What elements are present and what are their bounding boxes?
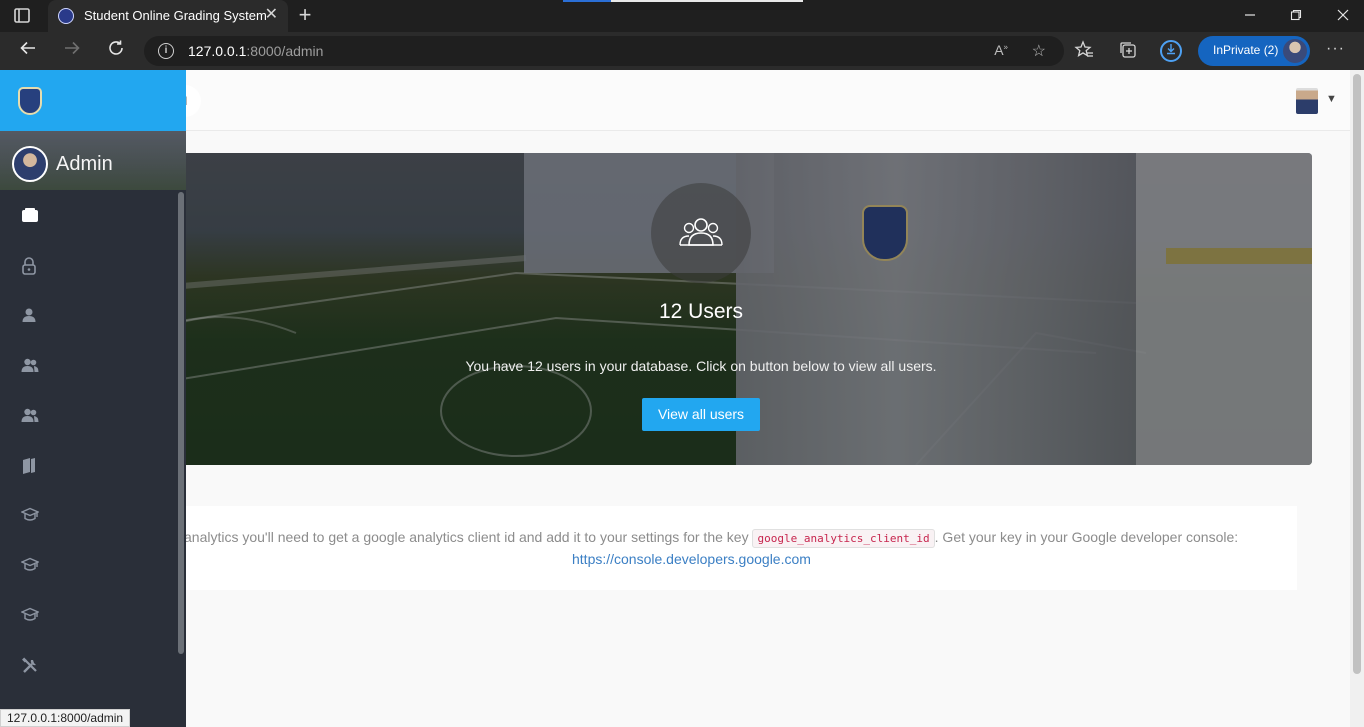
users-description: You have 12 users in your database. Clic… (465, 358, 937, 374)
downloads-button[interactable] (1160, 40, 1182, 62)
refresh-button[interactable] (103, 38, 129, 64)
back-arrow-icon (20, 41, 35, 55)
page-scrollbar-thumb[interactable] (1353, 74, 1361, 674)
tab-actions-button[interactable] (12, 6, 36, 26)
sidebar-scrollbar[interactable] (178, 192, 184, 654)
browser-tab-active[interactable]: Student Online Grading System ✕ (48, 0, 288, 32)
users-icon (21, 408, 39, 422)
page-viewport: ard ▼ (0, 70, 1364, 727)
sidebar-brand[interactable] (0, 70, 186, 131)
dashboard-icon (22, 208, 38, 222)
graduation-cap-icon (21, 507, 39, 521)
tab-actions-icon (14, 8, 30, 23)
inprivate-label: InPrivate (2) (1213, 43, 1279, 57)
forward-button[interactable] (59, 38, 85, 64)
sidebar-item-roles[interactable] (0, 240, 178, 290)
collections-icon (1120, 42, 1136, 58)
refresh-icon (109, 40, 123, 55)
settings-more-button[interactable]: ··· (1326, 40, 1345, 58)
add-favorite-icon[interactable]: ☆ (1032, 41, 1046, 61)
admin-avatar (12, 146, 48, 182)
drag-indicator-track (611, 0, 803, 2)
browser-titlebar: Student Online Grading System ✕ + (0, 0, 1364, 32)
back-button[interactable] (15, 38, 41, 64)
restore-icon (1290, 9, 1302, 21)
sidebar-item-subjects[interactable] (0, 440, 178, 490)
top-navbar: ard ▼ (0, 70, 1350, 131)
minimize-icon (1245, 14, 1255, 16)
browser-toolbar: i 127.0.0.1:8000/admin A» ☆ InPrivate (2… (0, 32, 1364, 70)
sidebar-item-students[interactable] (0, 340, 178, 390)
users-icon-circle (651, 183, 751, 283)
analytics-notice: analytics you'll need to get a google an… (96, 506, 1297, 590)
forward-arrow-icon (65, 41, 80, 55)
developer-console-link[interactable]: https://console.developers.google.com (572, 551, 811, 567)
admin-sidebar: Admin (0, 70, 186, 727)
close-icon (1337, 9, 1349, 21)
user-menu-toggle[interactable]: ▼ (1296, 88, 1338, 114)
user-icon (22, 308, 36, 322)
tab-title: Student Online Grading System (84, 8, 267, 23)
url-host: 127.0.0.1 (188, 43, 247, 59)
url-path: :8000/admin (246, 43, 324, 59)
sidebar-item-grades-3[interactable] (0, 590, 178, 640)
sidebar-item-tools[interactable] (0, 640, 178, 690)
status-bar-url: 127.0.0.1:8000/admin (0, 709, 131, 727)
users-icon (21, 358, 39, 372)
user-avatar (1296, 88, 1318, 114)
users-count-title: 12 Users (658, 300, 744, 323)
analytics-text-before: analytics you'll need to get a google an… (184, 529, 749, 545)
book-icon (23, 458, 35, 474)
profile-avatar (1283, 39, 1307, 63)
download-icon (1167, 44, 1175, 55)
sidebar-item-dashboard[interactable] (0, 190, 178, 240)
graduation-cap-icon (21, 607, 39, 621)
minimize-button[interactable] (1238, 4, 1262, 28)
caret-down-icon: ▼ (1326, 93, 1337, 105)
tab-close-button[interactable]: ✕ (265, 6, 278, 24)
restore-button[interactable] (1284, 4, 1308, 28)
favorites-button[interactable] (1073, 40, 1095, 62)
graduation-cap-icon (21, 557, 39, 571)
sidebar-menu (0, 190, 186, 690)
analytics-text-after: . Get your key in your Google developer … (934, 529, 1239, 545)
favorites-icon (1074, 40, 1093, 57)
page-scrollbar[interactable] (1350, 70, 1364, 727)
users-dimmer-panel: 12 Users You have 12 users in your datab… (96, 153, 1312, 465)
read-aloud-icon[interactable]: A» (994, 42, 1008, 58)
address-bar[interactable]: i 127.0.0.1:8000/admin A» ☆ (144, 36, 1064, 66)
sidebar-item-grades-1[interactable] (0, 490, 178, 540)
close-window-button[interactable] (1331, 4, 1355, 28)
collections-button[interactable] (1117, 40, 1139, 62)
users-group-icon (679, 218, 723, 246)
address-url[interactable]: 127.0.0.1:8000/admin (188, 43, 323, 59)
sidebar-profile[interactable]: Admin (0, 131, 186, 190)
analytics-key-code: google_analytics_client_id (752, 529, 935, 548)
sidebar-item-users[interactable] (0, 290, 178, 340)
view-all-users-button[interactable]: View all users (642, 398, 760, 431)
analytics-text: analytics you'll need to get a google an… (184, 529, 1239, 548)
site-info-icon[interactable]: i (158, 43, 174, 59)
sidebar-item-grades-2[interactable] (0, 540, 178, 590)
inprivate-button[interactable]: InPrivate (2) (1198, 36, 1310, 66)
tools-icon (22, 657, 37, 673)
sidebar-item-teachers[interactable] (0, 390, 178, 440)
new-tab-button[interactable]: + (294, 2, 316, 28)
university-logo (18, 87, 42, 115)
site-favicon (58, 8, 74, 24)
lock-icon (22, 257, 36, 275)
admin-name: Admin (56, 153, 113, 175)
drag-indicator (563, 0, 611, 2)
